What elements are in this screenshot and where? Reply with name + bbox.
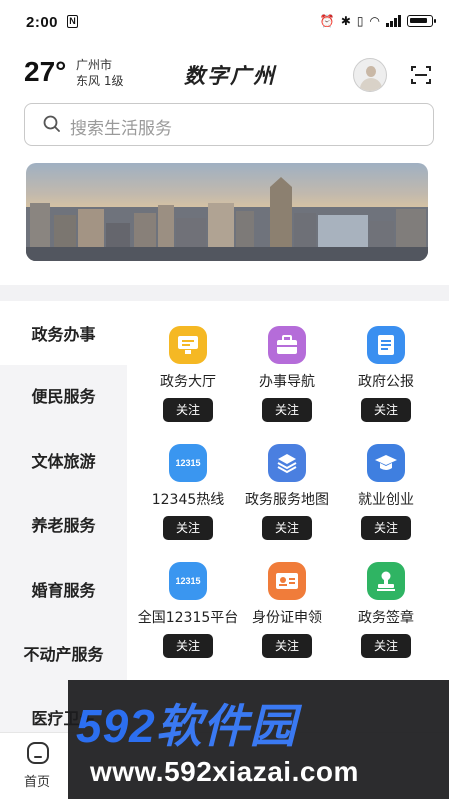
temperature: 27°	[24, 56, 67, 87]
sidebar-item-elderly-care[interactable]: 养老服务	[0, 492, 127, 556]
monitor-icon	[169, 326, 207, 364]
scan-icon[interactable]	[411, 66, 431, 84]
avatar[interactable]	[353, 58, 387, 92]
status-icons: ⏰ ✱ ▯ ◠	[319, 14, 436, 28]
signal-icon	[386, 15, 401, 27]
status-time: 2:00	[26, 14, 59, 31]
briefcase-icon	[268, 326, 306, 364]
watermark: 592软件园 www.592xiazai.com	[68, 680, 449, 799]
category-sidebar: 政务办事 便民服务 文体旅游 养老服务 婚育服务 不动产服务 医疗卫生	[0, 301, 127, 732]
watermark-brand: 592软件园	[76, 700, 297, 752]
nav-home-label[interactable]: 首页	[24, 771, 50, 790]
sidebar-item-government-affairs[interactable]: 政务办事	[0, 301, 127, 365]
hotline-icon: 12315	[169, 562, 207, 600]
skyline-image	[26, 177, 428, 261]
service-item[interactable]: 就业创业 关注	[331, 419, 441, 540]
service-grid: 政务大厅 关注 办事导航 关注 政府公报 关注 12315 12345热线 关注…	[127, 301, 449, 732]
id-card-icon	[268, 562, 306, 600]
wifi-icon: ◠	[369, 14, 380, 28]
service-item[interactable]: 政务大厅 关注	[133, 301, 243, 422]
alarm-icon: ⏰	[319, 14, 335, 28]
sidebar-item-convenience[interactable]: 便民服务	[0, 363, 127, 427]
status-bar: 2:00 N ⏰ ✱ ▯ ◠	[0, 0, 449, 46]
service-item[interactable]: 政务服务地图 关注	[232, 419, 342, 540]
follow-button[interactable]: 关注	[262, 634, 312, 658]
home-icon[interactable]	[27, 742, 49, 764]
seal-icon	[367, 562, 405, 600]
follow-button[interactable]: 关注	[163, 634, 213, 658]
graduation-cap-icon	[367, 444, 405, 482]
nfc-icon: N	[67, 15, 78, 28]
vibrate-icon: ▯	[356, 14, 364, 28]
sidebar-item-real-estate[interactable]: 不动产服务	[0, 621, 127, 685]
service-item[interactable]: 政务签章 关注	[331, 537, 441, 658]
search-input[interactable]: 搜索生活服务	[24, 103, 434, 146]
city-banner[interactable]	[26, 163, 428, 261]
follow-button[interactable]: 关注	[361, 634, 411, 658]
section-divider	[0, 285, 449, 301]
battery-icon	[407, 15, 436, 27]
service-item[interactable]: 政府公报 关注	[331, 301, 441, 422]
hotline-icon: 12315	[169, 444, 207, 482]
search-icon	[43, 115, 60, 132]
app-header: 27° 广州市 东风 1级 数字广州	[0, 46, 449, 100]
wind-info: 东风 1级	[76, 74, 124, 88]
service-item[interactable]: 办事导航 关注	[232, 301, 342, 422]
layers-icon	[268, 444, 306, 482]
service-item[interactable]: 12315 全国12315平台 关注	[133, 537, 243, 658]
service-item[interactable]: 身份证申领 关注	[232, 537, 342, 658]
service-item[interactable]: 12315 12345热线 关注	[133, 419, 243, 540]
watermark-url: www.592xiazai.com	[90, 756, 359, 787]
weather-info: 广州市 东风 1级	[76, 57, 123, 89]
document-icon	[367, 326, 405, 364]
bluetooth-icon: ✱	[340, 14, 351, 28]
sidebar-item-marriage-birth[interactable]: 婚育服务	[0, 557, 127, 621]
service-label: 就业创业	[358, 492, 414, 508]
search-placeholder: 搜索生活服务	[70, 119, 172, 139]
service-label: 政府公报	[358, 374, 414, 390]
service-label: 政务签章	[358, 610, 414, 626]
sidebar-item-culture-tourism[interactable]: 文体旅游	[0, 428, 127, 492]
city-name: 广州市	[76, 58, 113, 72]
app-title: 数字广州	[184, 63, 276, 88]
